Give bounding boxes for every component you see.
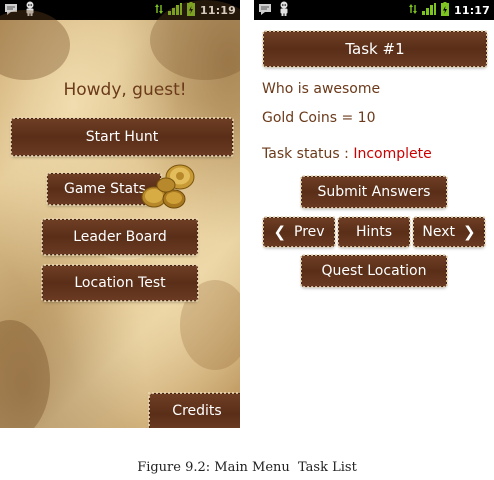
figure-caption: Figure 9.2: Main Menu Task List [137, 460, 357, 475]
task-list-screen: 11:17 Task #1 Who is awesome Gold Coins … [254, 0, 494, 428]
chevron-left-icon: ❮ [273, 223, 287, 241]
next-label: Next [422, 224, 456, 240]
android-icon [278, 1, 290, 19]
data-transfer-icon [408, 3, 417, 18]
gold-coins-icon [140, 163, 200, 211]
task-status: Task status : Incomplete [262, 146, 432, 162]
prev-label: Prev [294, 224, 325, 240]
quest-location-button[interactable]: Quest Location [300, 254, 448, 288]
location-test-label: Location Test [74, 275, 166, 291]
start-hunt-label: Start Hunt [85, 129, 159, 145]
greeting-text: Howdy, guest! [63, 80, 187, 100]
hints-button[interactable]: Hints [337, 216, 411, 248]
hints-label: Hints [355, 224, 393, 240]
submit-answers-button[interactable]: Submit Answers [300, 175, 448, 209]
prev-button[interactable]: ❮ Prev [262, 216, 336, 248]
task-status-label: Task status : [262, 146, 354, 162]
task-title-banner: Task #1 [262, 30, 488, 68]
leader-board-button[interactable]: Leader Board [41, 218, 199, 256]
message-notification-icon [258, 3, 272, 18]
task-title: Task #1 [345, 40, 405, 58]
gold-coins-text: Gold Coins = 10 [262, 110, 376, 126]
chevron-right-icon: ❯ [463, 223, 476, 241]
credits-button[interactable]: Credits [148, 392, 240, 428]
next-button[interactable]: Next ❯ [412, 216, 486, 248]
main-menu-screen: 11:19 Howdy, guest! Start Hunt Game Stat… [0, 0, 240, 428]
game-stats-label: Game Stats [64, 181, 146, 197]
clock: 11:17 [453, 3, 490, 17]
start-hunt-button[interactable]: Start Hunt [10, 117, 234, 157]
credits-label: Credits [172, 403, 222, 419]
leader-board-label: Leader Board [73, 229, 167, 245]
submit-answers-label: Submit Answers [317, 184, 431, 200]
status-bar: 11:17 [254, 0, 494, 20]
location-test-button[interactable]: Location Test [41, 264, 199, 302]
battery-icon [440, 1, 449, 19]
task-question: Who is awesome [262, 81, 381, 97]
quest-location-label: Quest Location [321, 263, 427, 279]
task-status-value: Incomplete [353, 146, 432, 162]
signal-icon [421, 2, 436, 18]
